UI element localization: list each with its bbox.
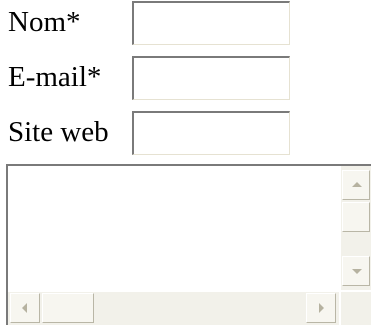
scroll-down-button[interactable] [342, 256, 370, 286]
triangle-down-icon [352, 269, 362, 274]
website-input[interactable] [132, 111, 290, 155]
vertical-scrollbar[interactable] [341, 166, 371, 290]
scroll-left-button[interactable] [10, 293, 40, 323]
name-label: Nom* [8, 6, 81, 38]
scroll-right-button[interactable] [306, 293, 336, 323]
scrollbar-corner [341, 292, 371, 325]
email-label: E-mail* [8, 61, 102, 93]
email-input[interactable] [132, 56, 290, 100]
comment-textarea-frame [6, 164, 371, 325]
triangle-right-icon [319, 303, 324, 313]
triangle-left-icon [22, 303, 27, 313]
comment-textarea[interactable] [8, 166, 339, 291]
name-input[interactable] [132, 1, 290, 45]
vertical-scroll-thumb[interactable] [342, 202, 370, 232]
triangle-up-icon [352, 182, 362, 187]
website-label: Site web [8, 116, 109, 148]
horizontal-scroll-thumb[interactable] [42, 293, 94, 323]
scroll-up-button[interactable] [342, 170, 370, 200]
horizontal-scrollbar[interactable] [8, 292, 339, 325]
